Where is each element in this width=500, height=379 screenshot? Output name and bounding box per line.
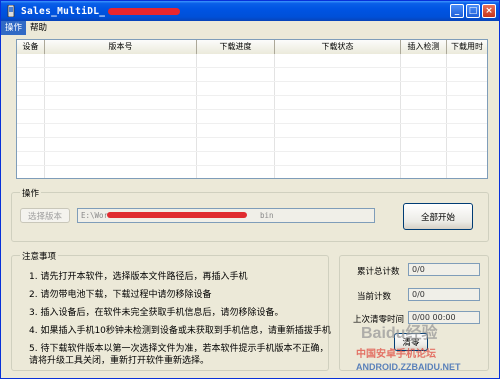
main-window: Sales_MultiDL_ _ □ × 操作 帮助 设备 版本号 下载进度 下…: [0, 0, 500, 379]
column-header-device[interactable]: 设备: [17, 40, 45, 54]
current-count-label: 当前计数: [357, 292, 392, 302]
table-body: [17, 54, 487, 178]
window-title: Sales_MultiDL_: [21, 5, 106, 17]
table-header: 设备 版本号 下载进度 下载状态 插入检测 下载用时: [17, 40, 487, 54]
current-count-value: 0/0: [408, 288, 480, 301]
redaction-mark: [108, 7, 181, 15]
note-1: 1. 请先打开本软件，选择版本文件路径后，再插入手机: [29, 272, 248, 282]
path-suffix: bin: [260, 211, 274, 220]
note-2: 2. 请勿带电池下载，下载过程中请勿移除设备: [29, 290, 212, 300]
title-bar[interactable]: Sales_MultiDL_ _ □ ×: [1, 1, 499, 21]
column-header-progress[interactable]: 下载进度: [197, 40, 275, 54]
start-all-button[interactable]: 全部开始: [403, 203, 473, 230]
note-4: 4. 如果插入手机10秒钟未检测到设备或未获取到手机信息，请重新插拔手机: [29, 326, 331, 336]
operation-group-label: 操作: [20, 187, 42, 199]
note-3: 3. 插入设备后，在软件未完全获取手机信息后，请勿移除设备。: [29, 308, 284, 318]
app-icon: [5, 5, 17, 17]
menu-bar: 操作 帮助: [1, 21, 499, 35]
column-header-status[interactable]: 下载状态: [275, 40, 401, 54]
maximize-button[interactable]: □: [466, 4, 480, 18]
minimize-button[interactable]: _: [450, 4, 464, 18]
select-version-button[interactable]: 选择版本: [20, 208, 70, 223]
notes-group-label: 注意事项: [20, 250, 59, 262]
baidu-watermark: Baidu经验: [361, 325, 438, 342]
site-watermark: ANDROID.ZZBAIDU.NET: [356, 362, 461, 372]
close-button[interactable]: ×: [482, 4, 496, 18]
note-5-continued: 请将升级工具关闭，重新打开软件重新选择。: [29, 356, 210, 366]
forum-watermark: 中国安卓手机论坛: [356, 349, 436, 360]
column-header-insert-detect[interactable]: 插入检测: [401, 40, 447, 54]
column-header-download-time[interactable]: 下载用时: [447, 40, 487, 54]
total-count-value: 0/0: [408, 263, 480, 276]
menu-operation[interactable]: 操作: [1, 21, 27, 35]
redaction-mark: [107, 212, 247, 218]
column-header-version[interactable]: 版本号: [45, 40, 197, 54]
menu-help[interactable]: 帮助: [26, 21, 51, 35]
device-table[interactable]: 设备 版本号 下载进度 下载状态 插入检测 下载用时: [16, 39, 488, 179]
total-count-label: 累计总计数: [357, 267, 400, 277]
path-prefix: E:\Wor: [81, 211, 109, 220]
